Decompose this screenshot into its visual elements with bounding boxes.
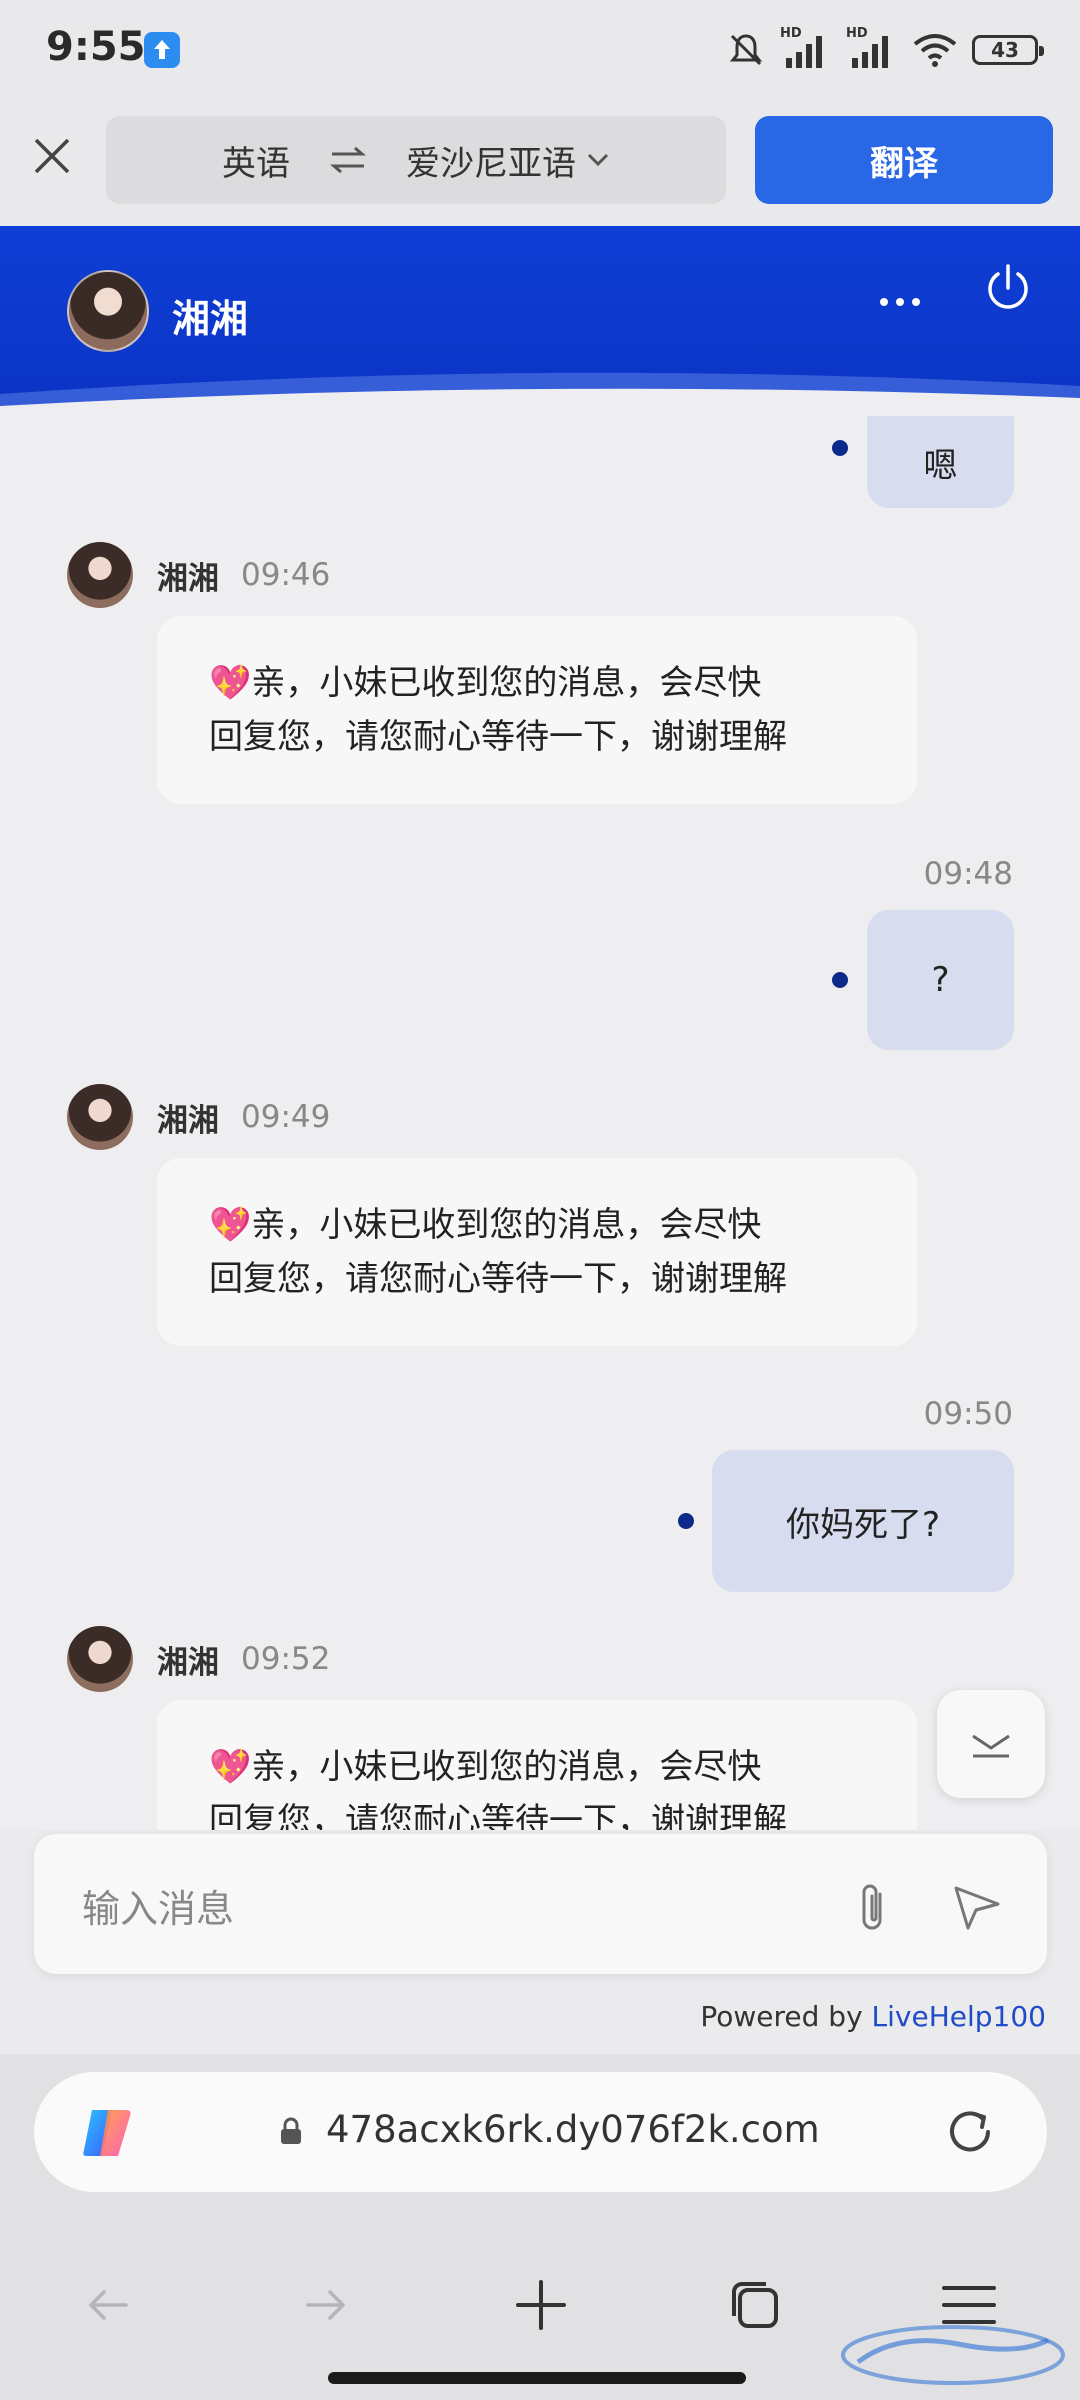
message-input-box[interactable]: 输入消息 [34, 1834, 1047, 1974]
agent-avatar [67, 270, 149, 352]
message-line: 💖亲，小妹已收到您的消息，会尽快 [209, 1740, 865, 1794]
avatar [67, 542, 133, 608]
message-meta: 湘湘 09:52 [67, 1626, 330, 1692]
heart-icon: 💖 [209, 1205, 252, 1245]
reload-icon[interactable] [942, 2104, 1000, 2162]
upload-notification-icon [144, 32, 180, 68]
send-icon[interactable] [946, 1876, 1006, 1936]
message-time: 09:50 [923, 1396, 1013, 1432]
message-bubble-outgoing: ? [867, 910, 1014, 1050]
mute-bell-icon [729, 34, 763, 66]
avatar [67, 1084, 133, 1150]
message-text: ? [931, 960, 950, 1000]
sender-name: 湘湘 [157, 1102, 219, 1139]
message-meta: 湘湘 09:49 [67, 1084, 330, 1150]
message-text-line2: 回复您，请您耐心等待一下，谢谢理解 [209, 717, 787, 757]
message-bubble-incoming: 💖亲，小妹已收到您的消息，会尽快 回复您，请您耐心等待一下，谢谢理解 [157, 1700, 917, 1830]
chat-header: 湘湘 [0, 226, 1080, 416]
message-time: 09:52 [241, 1641, 331, 1677]
powered-by-prefix: Powered by [700, 2000, 872, 2033]
scroll-down-icon [972, 1734, 1010, 1758]
unread-dot [832, 440, 848, 456]
source-language[interactable]: 英语 [222, 136, 290, 185]
message-bubble-outgoing: 你妈死了? [712, 1450, 1014, 1592]
close-icon[interactable] [30, 134, 74, 178]
powered-by: Powered by LiveHelp100 [700, 2000, 1046, 2033]
translate-button[interactable]: 翻译 [755, 116, 1053, 204]
message-time: 09:46 [241, 557, 331, 593]
message-text: 嗯 [923, 445, 958, 486]
message-text-line1: 亲，小妹已收到您的消息，会尽快 [251, 663, 762, 703]
message-text-line2: 回复您，请您耐心等待一下，谢谢理解 [209, 1259, 787, 1299]
target-language[interactable]: 爱沙尼亚语 [406, 136, 576, 185]
message-input[interactable]: 输入消息 [82, 1878, 234, 1933]
address-bar[interactable]: 478acxk6rk.dy076f2k.com [34, 2072, 1047, 2192]
livehelp-link[interactable]: LiveHelp100 [872, 2000, 1046, 2033]
signal-icon-1: HD [780, 26, 832, 70]
power-icon[interactable] [980, 260, 1036, 316]
more-icon[interactable] [874, 276, 926, 328]
sender-name: 湘湘 [157, 560, 219, 597]
hd-label-2: HD [846, 26, 868, 41]
message-bubble-incoming: 💖亲，小妹已收到您的消息，会尽快 回复您，请您耐心等待一下，谢谢理解 [157, 1158, 917, 1346]
attach-icon[interactable] [844, 1878, 904, 1938]
message-line: 💖亲，小妹已收到您的消息，会尽快 [209, 1198, 865, 1252]
target-language-dropdown[interactable]: 爱沙尼亚语 [406, 136, 610, 185]
swap-icon[interactable] [328, 144, 368, 176]
language-selector[interactable]: 英语 爱沙尼亚语 [106, 116, 726, 204]
message-bubble-outgoing: 嗯 [867, 416, 1014, 508]
lock-icon [281, 2117, 301, 2144]
unread-dot [678, 1513, 694, 1529]
message-time: 09:48 [923, 856, 1013, 892]
chevron-down-icon [587, 153, 609, 167]
heart-icon: 💖 [209, 663, 252, 703]
message-text-line2: 回复您，请您耐心等待一下，谢谢理解 [209, 1801, 787, 1830]
scroll-down-button[interactable] [937, 1690, 1045, 1798]
status-time: 9:55 [46, 24, 146, 70]
copilot-icon[interactable] [78, 2102, 140, 2164]
message-meta: 湘湘 09:46 [67, 542, 330, 608]
status-bar: 9:55 HD HD 43 [0, 0, 1080, 108]
forward-icon[interactable] [292, 2272, 358, 2338]
message-text-line1: 亲，小妹已收到您的消息，会尽快 [251, 1205, 762, 1245]
message-text: 你妈死了? [785, 1504, 941, 1545]
message-time: 09:49 [241, 1099, 331, 1135]
status-indicators: HD HD 43 [726, 26, 1044, 72]
agent-name: 湘湘 [172, 297, 249, 341]
unread-dot [832, 972, 848, 988]
back-icon[interactable] [76, 2272, 142, 2338]
chat-messages[interactable]: 嗯 湘湘 09:46 💖亲，小妹已收到您的消息，会尽快 回复您，请您耐心等待一下… [0, 416, 1080, 1830]
home-indicator[interactable] [328, 2372, 746, 2384]
header-wave [0, 372, 1080, 416]
battery-level: 43 [991, 38, 1019, 62]
wifi-icon [913, 34, 957, 67]
sender-name: 湘湘 [157, 1644, 219, 1681]
signal-icon-2: HD [846, 26, 898, 70]
translate-toolbar: 英语 爱沙尼亚语 翻译 [0, 108, 1080, 226]
message-bubble-incoming: 💖亲，小妹已收到您的消息，会尽快 回复您，请您耐心等待一下，谢谢理解 [157, 616, 917, 804]
site-watermark-logo [841, 2325, 1065, 2385]
battery-indicator: 43 [972, 35, 1044, 65]
avatar [67, 1626, 133, 1692]
url-text[interactable]: 478acxk6rk.dy076f2k.com [326, 2108, 820, 2151]
tabs-icon[interactable] [722, 2272, 788, 2338]
heart-icon: 💖 [209, 1747, 252, 1787]
message-text-line1: 亲，小妹已收到您的消息，会尽快 [251, 1747, 762, 1787]
new-tab-icon[interactable] [508, 2272, 574, 2338]
message-line: 💖亲，小妹已收到您的消息，会尽快 [209, 656, 865, 710]
hd-label-1: HD [780, 26, 802, 41]
